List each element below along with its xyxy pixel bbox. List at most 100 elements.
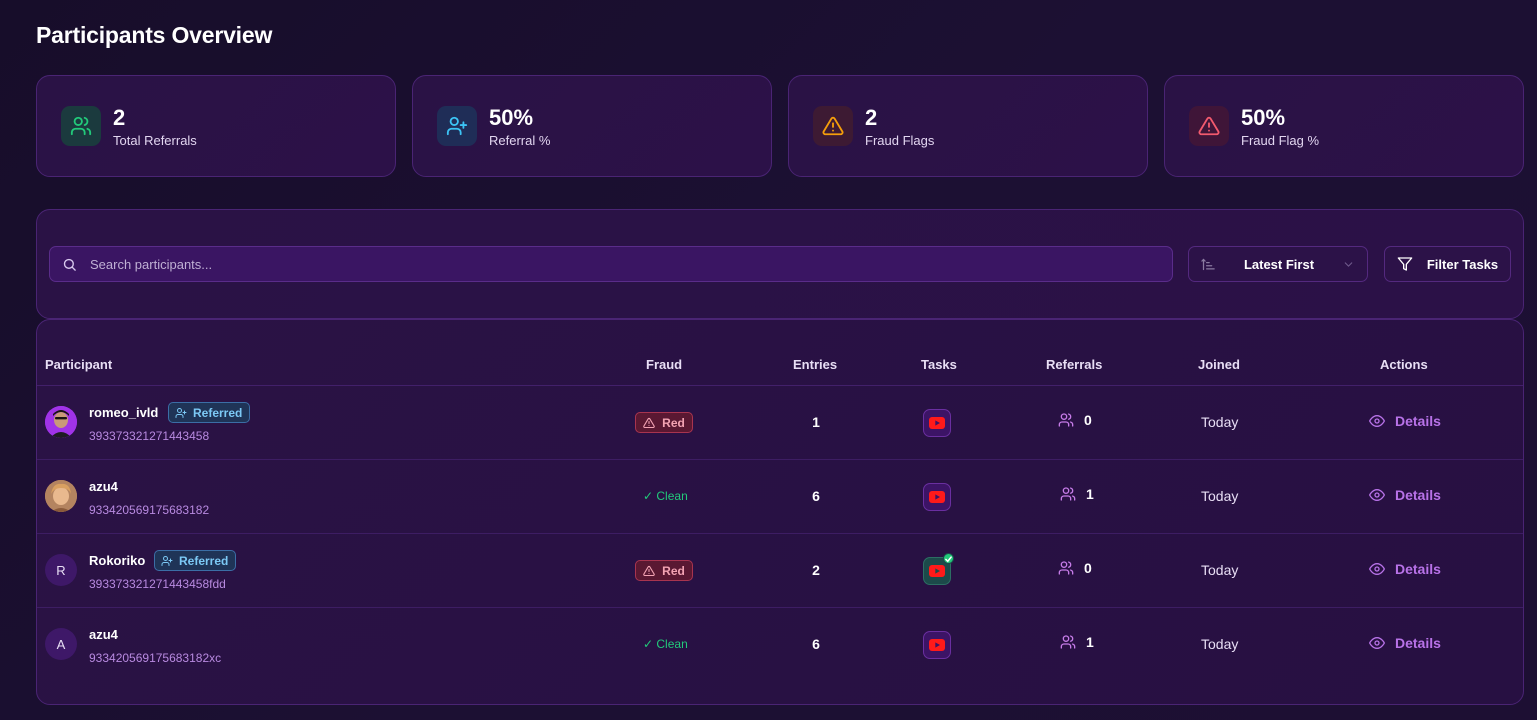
participant-id: 393373321271443458fdd xyxy=(89,577,226,591)
table-row[interactable]: romeo_ivld Referred 393373321271443458 R… xyxy=(37,386,1523,460)
task-youtube[interactable] xyxy=(923,631,951,659)
details-label: Details xyxy=(1395,413,1441,429)
table-row[interactable]: azu4 933420569175683182 ✓ Clean 6 1 Toda… xyxy=(37,460,1523,534)
youtube-icon xyxy=(929,565,945,577)
search-icon xyxy=(63,258,76,271)
header-referrals[interactable]: Referrals xyxy=(1046,357,1102,372)
alert-triangle-icon xyxy=(1198,116,1220,136)
joined-date: Today xyxy=(1201,562,1239,578)
referral-count: 0 xyxy=(1058,412,1092,428)
referred-badge: Referred xyxy=(168,402,251,423)
header-actions: Actions xyxy=(1380,357,1428,372)
participants-table: Participant Fraud Entries Tasks Referral… xyxy=(36,319,1524,705)
stat-icon-container xyxy=(1189,106,1229,146)
task-youtube-completed[interactable] xyxy=(923,553,954,585)
joined-date: Today xyxy=(1201,636,1239,652)
users-icon xyxy=(1060,487,1076,501)
referral-count-value: 1 xyxy=(1086,486,1094,502)
stat-label: Fraud Flags xyxy=(865,132,935,148)
fraud-badge-red: Red xyxy=(635,412,693,433)
entries-count: 6 xyxy=(812,488,820,504)
participant-name: Rokoriko xyxy=(89,553,146,568)
referral-count-value: 0 xyxy=(1084,412,1092,428)
eye-icon xyxy=(1369,562,1385,576)
stat-label: Total Referrals xyxy=(113,132,197,148)
referral-count: 1 xyxy=(1060,486,1094,502)
avatar: R xyxy=(45,554,77,586)
entries-count: 2 xyxy=(812,562,820,578)
user-plus-icon xyxy=(175,407,187,418)
chevron-down-icon xyxy=(1344,261,1353,267)
entries-count: 6 xyxy=(812,636,820,652)
stat-icon-container xyxy=(813,106,853,146)
check-icon xyxy=(943,553,954,564)
referred-label: Referred xyxy=(193,405,243,420)
stat-value: 50% xyxy=(489,104,534,130)
referred-label: Referred xyxy=(179,553,229,568)
table-row[interactable]: A azu4 933420569175683182xc ✓ Clean 6 1 … xyxy=(37,608,1523,682)
eye-icon xyxy=(1369,636,1385,650)
participant-name: azu4 xyxy=(89,627,118,642)
warning-icon xyxy=(822,116,844,136)
header-fraud[interactable]: Fraud xyxy=(646,357,682,372)
warning-icon xyxy=(643,417,655,428)
header-entries[interactable]: Entries xyxy=(793,357,837,372)
sort-icon xyxy=(1201,258,1215,270)
fraud-label: Red xyxy=(662,563,685,578)
participant-name: romeo_ivld xyxy=(89,405,159,420)
stats-row: 2 Total Referrals 50% Referral % 2 Fraud… xyxy=(36,75,1524,177)
avatar-image xyxy=(45,480,77,512)
referral-count-value: 0 xyxy=(1084,560,1092,576)
details-button[interactable]: Details xyxy=(1369,487,1441,503)
sort-select[interactable]: Latest First xyxy=(1188,246,1368,282)
toolbar-card: Latest First Filter Tasks xyxy=(36,209,1524,319)
fraud-clean: ✓ Clean xyxy=(643,637,688,651)
avatar xyxy=(45,406,77,438)
joined-date: Today xyxy=(1201,488,1239,504)
eye-icon xyxy=(1369,488,1385,502)
joined-date: Today xyxy=(1201,414,1239,430)
referral-count-value: 1 xyxy=(1086,634,1094,650)
fraud-badge-red: Red xyxy=(635,560,693,581)
user-plus-icon xyxy=(161,555,173,566)
header-tasks[interactable]: Tasks xyxy=(921,357,957,372)
fraud-clean: ✓ Clean xyxy=(643,489,688,503)
stat-icon-container xyxy=(61,106,101,146)
users-icon xyxy=(1060,635,1076,649)
eye-icon xyxy=(1369,414,1385,428)
participant-id: 393373321271443458 xyxy=(89,429,210,443)
entries-count: 1 xyxy=(812,414,820,430)
task-youtube[interactable] xyxy=(923,409,951,437)
header-joined[interactable]: Joined xyxy=(1198,357,1240,372)
filter-tasks-button[interactable]: Filter Tasks xyxy=(1384,246,1511,282)
participant-id: 933420569175683182 xyxy=(89,503,210,517)
search-input[interactable] xyxy=(90,256,1089,272)
details-button[interactable]: Details xyxy=(1369,635,1441,651)
stat-value: 2 xyxy=(865,104,878,130)
users-icon xyxy=(1058,413,1074,427)
referred-badge: Referred xyxy=(154,550,237,571)
youtube-icon xyxy=(929,417,945,429)
table-header: Participant Fraud Entries Tasks Referral… xyxy=(37,320,1523,386)
search-box[interactable] xyxy=(49,246,1173,282)
details-label: Details xyxy=(1395,635,1441,651)
filter-tasks-label: Filter Tasks xyxy=(1426,256,1499,272)
stat-value: 50% xyxy=(1241,104,1286,130)
task-youtube[interactable] xyxy=(923,483,951,511)
warning-icon xyxy=(643,565,655,576)
referral-count: 0 xyxy=(1058,560,1092,576)
users-icon xyxy=(1058,561,1074,575)
header-participant[interactable]: Participant xyxy=(45,357,112,372)
users-icon xyxy=(70,116,92,136)
stat-label: Fraud Flag % xyxy=(1241,132,1320,148)
details-button[interactable]: Details xyxy=(1369,413,1441,429)
youtube-icon xyxy=(929,491,945,503)
details-button[interactable]: Details xyxy=(1369,561,1441,577)
participant-id: 933420569175683182xc xyxy=(89,651,222,665)
details-label: Details xyxy=(1395,487,1441,503)
stat-card-total-referrals: 2 Total Referrals xyxy=(36,75,396,177)
youtube-icon xyxy=(929,639,945,651)
stat-card-fraud-flags: 2 Fraud Flags xyxy=(788,75,1148,177)
table-row[interactable]: R Rokoriko Referred 393373321271443458fd… xyxy=(37,534,1523,608)
avatar xyxy=(45,480,77,512)
